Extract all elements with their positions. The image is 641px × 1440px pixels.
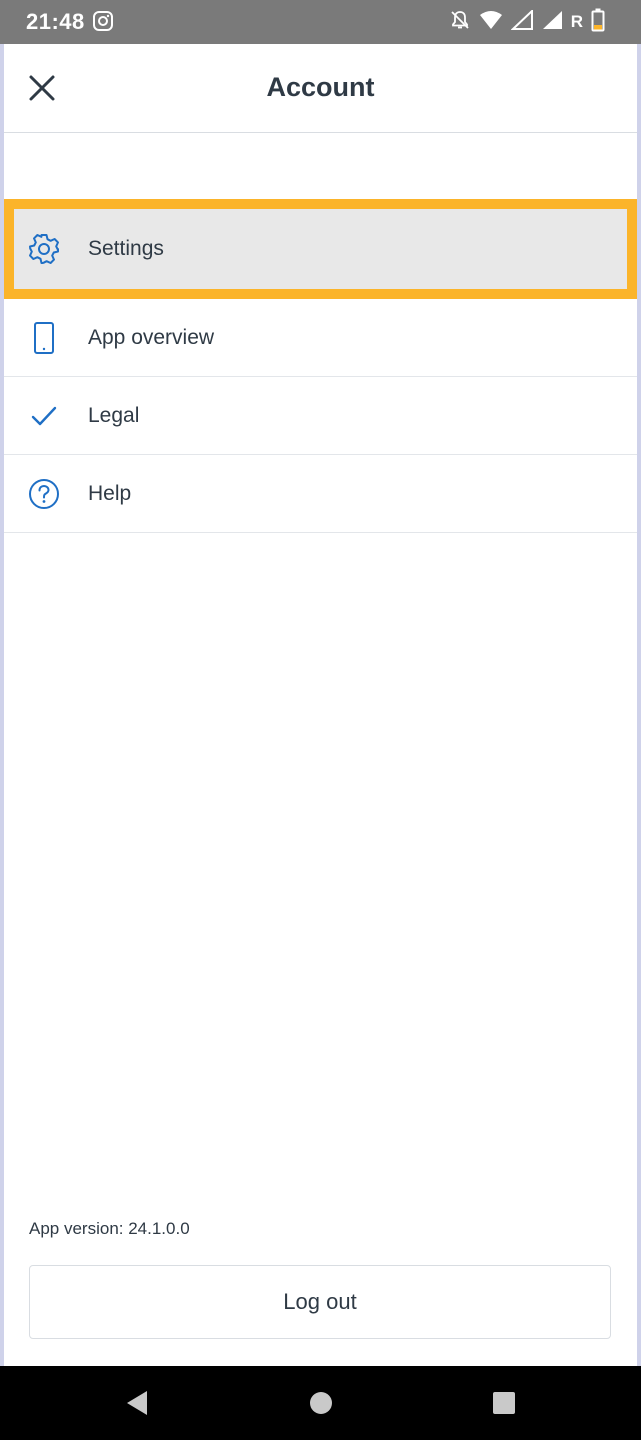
menu-item-label: Legal <box>88 403 140 427</box>
logout-button[interactable]: Log out <box>29 1265 611 1339</box>
right-edge <box>637 44 641 1366</box>
home-icon <box>310 1392 332 1414</box>
menu-item-help[interactable]: Help <box>4 455 637 533</box>
menu-item-label: Settings <box>88 237 164 260</box>
carrier-flag: R <box>570 12 583 31</box>
help-circle-icon <box>26 476 62 512</box>
home-button[interactable] <box>304 1386 338 1420</box>
menu-item-label: App overview <box>88 325 215 349</box>
menu-item-settings[interactable]: Settings <box>4 199 637 299</box>
menu-item-label: Help <box>88 481 132 505</box>
smartphone-icon <box>26 320 62 356</box>
signal-icon <box>541 10 563 35</box>
system-nav-bar <box>0 1366 641 1440</box>
back-button[interactable] <box>120 1386 154 1420</box>
menu-item-legal[interactable]: Legal <box>4 377 637 455</box>
recents-button[interactable] <box>487 1386 521 1420</box>
account-menu: Settings App overview Legal Help <box>4 199 637 533</box>
status-icons: R <box>449 8 605 37</box>
status-time: 21:48 <box>26 9 85 34</box>
account-screen: Account Settings App overview Legal Help… <box>4 44 637 1366</box>
app-header: Account <box>4 44 637 133</box>
notifications-off-icon <box>449 9 471 36</box>
wifi-icon <box>479 10 503 35</box>
gear-icon <box>26 231 62 267</box>
instagram-icon <box>92 10 114 32</box>
page-title: Account <box>266 72 375 102</box>
status-bar: 21:48 R <box>0 0 641 44</box>
checkmark-icon <box>26 398 62 434</box>
back-icon <box>127 1391 147 1415</box>
battery-icon <box>591 8 605 37</box>
recents-icon <box>493 1392 515 1414</box>
app-version-text: App version: 24.1.0.0 <box>29 1219 190 1238</box>
menu-item-app-overview[interactable]: App overview <box>4 299 637 377</box>
signal-icon <box>510 8 533 35</box>
